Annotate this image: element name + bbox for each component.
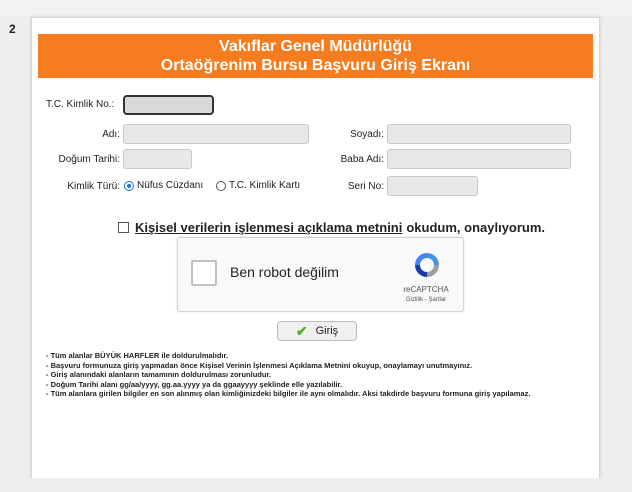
radio-selected-icon[interactable] xyxy=(124,180,134,191)
birth-date-input[interactable] xyxy=(123,149,192,169)
consent-checkbox[interactable] xyxy=(118,222,129,233)
serial-label: Seri No: xyxy=(347,181,384,192)
id-type-label: Kimlik Türü: xyxy=(67,181,120,192)
id-type-option-nufus[interactable]: Nüfus Cüzdanı xyxy=(124,180,203,191)
name-label: Adı: xyxy=(102,129,120,140)
note-item: - Tüm alanlar BÜYÜK HARFLER ile doldurul… xyxy=(46,351,229,360)
check-icon: ✔ xyxy=(295,322,308,339)
tc-label: T.C. Kimlik No.: xyxy=(46,99,115,110)
note-item: - Başvuru formunuza giriş yapmadan önce … xyxy=(46,360,473,370)
id-type-option-kart[interactable]: T.C. Kimlik Kartı xyxy=(216,180,300,191)
consent-text: okudum, onaylıyorum. xyxy=(406,220,546,235)
note-item: - Tüm alanlara girilen bilgiler en son a… xyxy=(46,389,531,398)
login-panel: Vakıflar Genel Müdürlüğü Ortaöğrenim Bur… xyxy=(31,17,600,482)
recaptcha-label: Ben robot değilim xyxy=(230,264,339,280)
consent-link[interactable]: Kişisel verilerin işlenmesi açıklama met… xyxy=(135,220,402,235)
father-name-input[interactable] xyxy=(387,149,571,169)
submit-button[interactable]: ✔ Giriş xyxy=(277,321,357,341)
surname-input[interactable] xyxy=(387,124,571,144)
submit-button-label: Giriş xyxy=(315,325,339,337)
id-type-option-kart-label: T.C. Kimlik Kartı xyxy=(229,180,301,191)
application-form: T.C. Kimlik No.: Adı: Soyadı: Doğum Tari… xyxy=(32,18,599,481)
id-type-option-nufus-label: Nüfus Cüzdanı xyxy=(137,180,204,191)
surname-label: Soyadı: xyxy=(350,129,384,140)
father-name-label: Baba Adı: xyxy=(340,154,384,165)
recaptcha-checkbox[interactable] xyxy=(191,260,217,286)
bottom-band xyxy=(0,478,632,492)
note-item: - Doğum Tarihi alanı gg/aa/yyyy, gg.aa.y… xyxy=(46,379,343,389)
recaptcha-brand: reCAPTCHA xyxy=(403,285,449,294)
recaptcha-logo-icon xyxy=(415,253,439,277)
recaptcha-widget: Ben robot değilim reCAPTCHA Gizlilik - Ş… xyxy=(177,237,464,312)
consent-row: Kişisel verilerin işlenmesi açıklama met… xyxy=(118,220,545,235)
recaptcha-links[interactable]: Gizlilik - Şartlar xyxy=(394,297,458,303)
name-input[interactable] xyxy=(123,124,309,144)
birth-date-label: Doğum Tarihi: xyxy=(58,154,120,165)
instructions: - Tüm alanlar BÜYÜK HARFLER ile doldurul… xyxy=(46,351,591,399)
note-item: - Giriş alanındaki alanların tamamının d… xyxy=(46,370,272,379)
radio-unselected-icon[interactable] xyxy=(216,180,226,191)
top-band xyxy=(0,0,632,16)
serial-input[interactable] xyxy=(387,176,478,196)
tc-input[interactable] xyxy=(123,95,214,115)
step-number: 2 xyxy=(9,22,16,36)
